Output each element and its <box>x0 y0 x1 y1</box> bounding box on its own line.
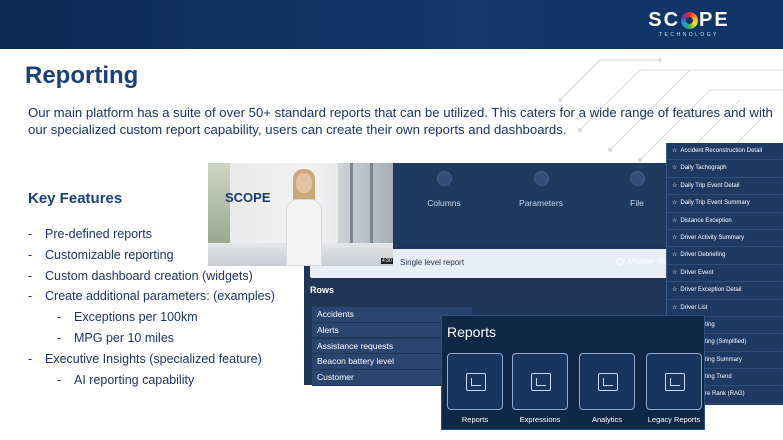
reports-panel-title: Reports <box>447 324 497 340</box>
star-icon: ☆ <box>672 304 678 311</box>
wizard-step: Columns <box>399 171 489 208</box>
video-badge: 4:30 <box>381 258 393 264</box>
presenter-avatar <box>286 199 322 266</box>
list-item: ☆ Accident Reconstruction Detail <box>667 143 783 161</box>
key-features-heading: Key Features <box>28 190 123 207</box>
list-item: ☆ Daily Trip Event Summary <box>667 195 783 213</box>
star-icon: ☆ <box>672 148 678 154</box>
tile-label: Expressions <box>519 415 561 424</box>
reports-panel: Reports Reports Expressions Analytics Le… <box>441 315 705 430</box>
report-wizard-steps: Columns Parameters File <box>393 163 673 247</box>
analytics-icon <box>598 373 618 391</box>
radio-icon <box>616 258 624 266</box>
logo-color-ring-icon <box>681 11 699 29</box>
list-item: ☆ Driver Debriefing <box>667 247 783 265</box>
legacy-report-icon <box>665 373 685 391</box>
star-icon: ☆ <box>672 165 678 172</box>
star-icon: ☆ <box>672 287 678 294</box>
expressions-tile <box>512 353 568 410</box>
single-level-option: Single level report <box>400 258 465 267</box>
list-item: ☆ Distance Exception <box>667 213 783 230</box>
reports-tile <box>447 353 503 410</box>
star-icon: ☆ <box>672 217 678 224</box>
star-icon: ☆ <box>672 252 678 259</box>
wizard-step: Parameters <box>496 171 586 208</box>
tile-label: Legacy Reports <box>647 415 701 424</box>
expression-icon <box>531 373 551 391</box>
list-item: ☆ Driver Exception Detail <box>667 282 783 300</box>
rows-heading: Rows <box>310 285 335 295</box>
legacy-reports-tile <box>646 353 702 410</box>
star-icon: ☆ <box>672 234 678 241</box>
analytics-tile <box>579 353 635 410</box>
tile-label: Analytics <box>591 415 622 424</box>
star-icon: ☆ <box>672 182 678 189</box>
logo-text-right: PE <box>699 9 730 31</box>
list-item: ☆ Daily Tachograph <box>667 160 783 178</box>
page-title: Reporting <box>25 62 139 89</box>
star-icon: ☆ <box>672 269 678 276</box>
list-item: ☆ Driver Event <box>667 265 783 283</box>
report-chart-icon <box>466 373 486 391</box>
star-icon: ☆ <box>672 200 678 207</box>
logo-text-left: SC <box>648 9 681 31</box>
logo-subtitle: TECHNOLOGY <box>658 32 719 38</box>
list-item: ☆ Daily Trip Event Detail <box>667 178 783 196</box>
presenter-video-thumbnail: SCOPE 4:30 <box>208 163 393 266</box>
video-sign: SCOPE <box>225 190 271 205</box>
list-item: ☆ Driver Activity Summary <box>667 230 783 248</box>
tile-label: Reports <box>461 415 489 424</box>
intro-paragraph: Our main platform has a suite of over 50… <box>28 105 773 137</box>
scope-logo: SC PE TECHNOLOGY <box>641 10 737 40</box>
